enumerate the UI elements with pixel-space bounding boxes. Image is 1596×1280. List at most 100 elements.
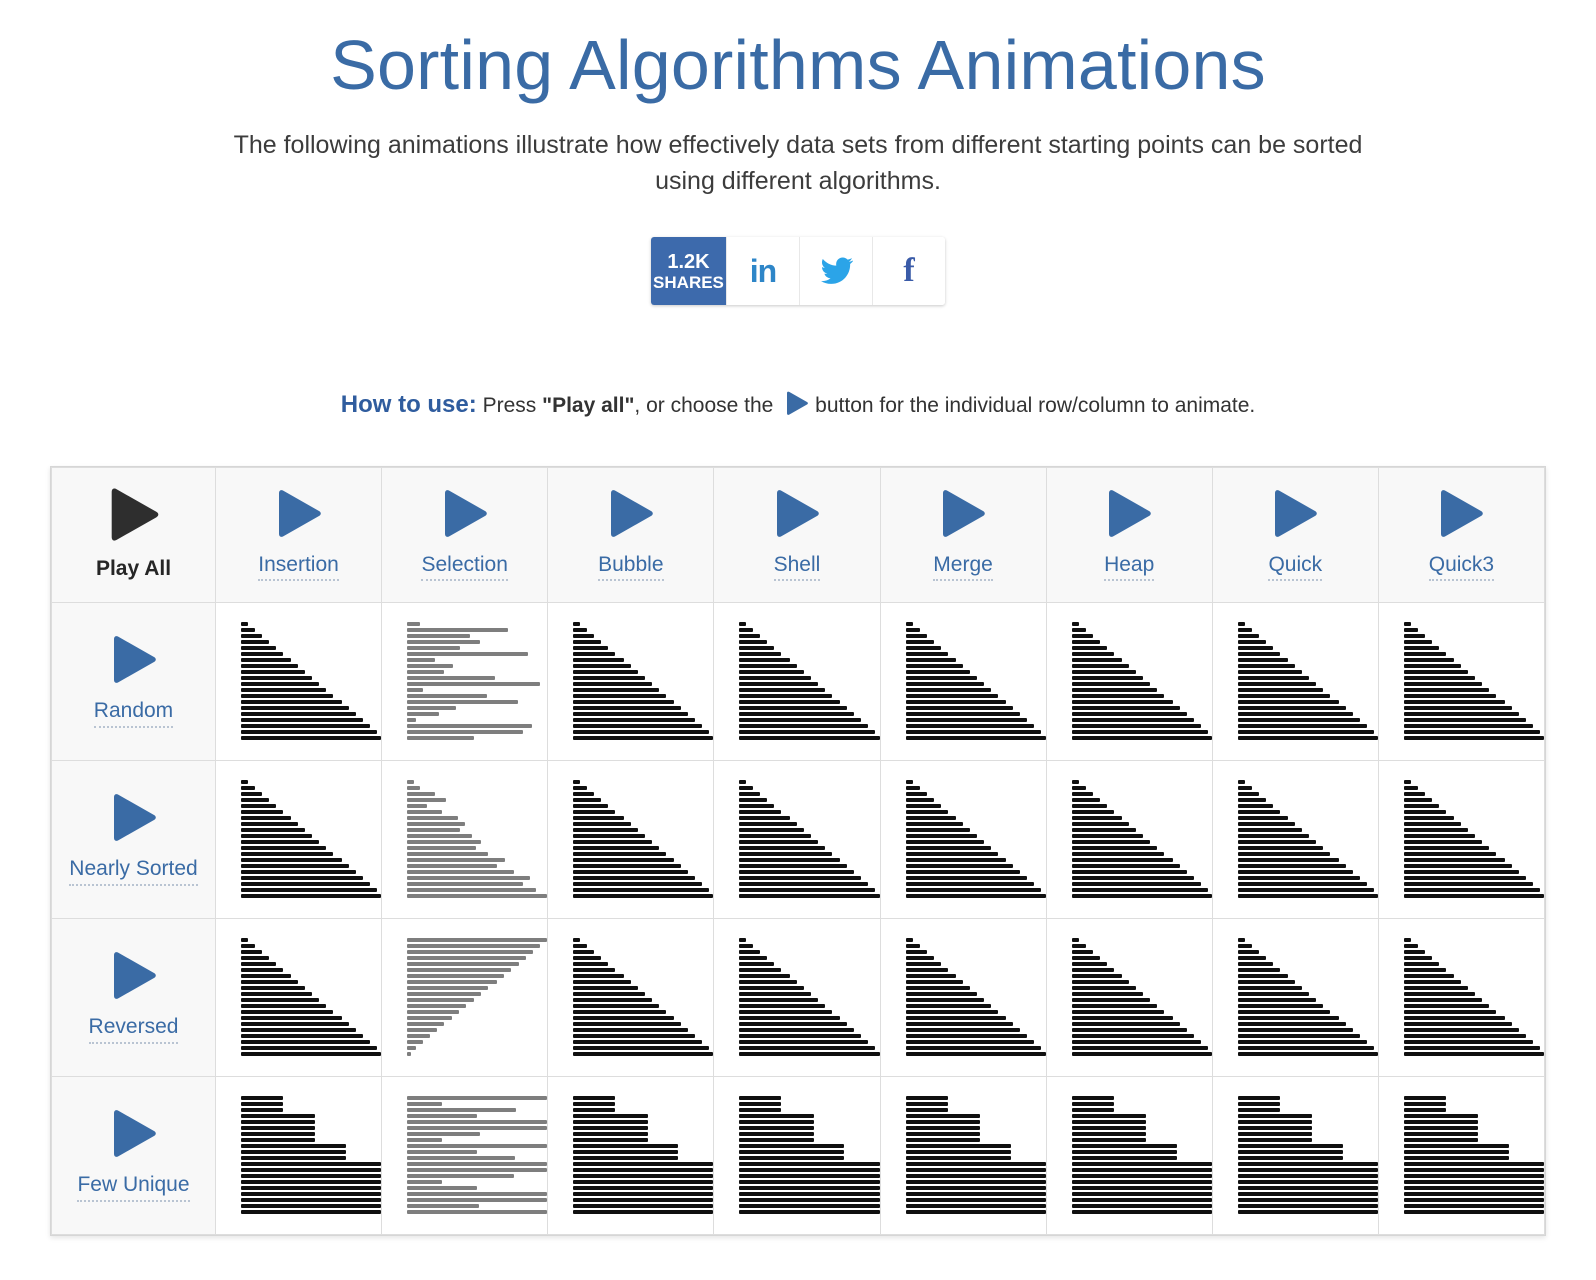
bar [241, 645, 277, 650]
bar [1237, 881, 1367, 886]
animation-cell-nearly-sorted-merge[interactable] [879, 760, 1047, 919]
animation-cell-nearly-sorted-heap[interactable] [1045, 760, 1213, 919]
column-header-selection[interactable]: Selection [381, 467, 549, 603]
linkedin-share-button[interactable]: in [725, 237, 799, 306]
play-all-button[interactable]: Play All [51, 467, 216, 603]
bar [1237, 845, 1324, 850]
animation-cell-few-unique-quick[interactable] [1211, 1076, 1379, 1235]
bar [739, 1197, 880, 1202]
row-header-reversed[interactable]: Reversed [51, 918, 216, 1077]
bar [407, 893, 548, 898]
animation-cell-nearly-sorted-quick3[interactable] [1377, 760, 1546, 919]
animation-cell-nearly-sorted-quick[interactable] [1211, 760, 1379, 919]
animation-cell-reversed-selection[interactable] [381, 918, 549, 1077]
animation-cell-nearly-sorted-bubble[interactable] [547, 760, 715, 919]
bar [1071, 669, 1137, 674]
table-row: Nearly Sorted [51, 760, 1546, 919]
bar [407, 827, 461, 832]
bar [1403, 821, 1462, 826]
column-header-insertion[interactable]: Insertion [214, 467, 383, 603]
bar [407, 1161, 548, 1166]
animation-cell-few-unique-shell[interactable] [713, 1076, 881, 1235]
row-header-few-unique[interactable]: Few Unique [51, 1076, 216, 1235]
bar [905, 663, 963, 668]
animation-cell-random-bubble[interactable] [547, 602, 715, 761]
animation-cell-random-heap[interactable] [1045, 602, 1213, 761]
animation-cell-random-merge[interactable] [879, 602, 1047, 761]
bar [1071, 1045, 1208, 1050]
bar [241, 821, 299, 826]
bar [573, 1161, 714, 1166]
animation-cell-reversed-bubble[interactable] [547, 918, 715, 1077]
bar-chart [548, 761, 714, 918]
bar [407, 943, 541, 948]
bar [905, 1149, 1011, 1154]
bar-chart [1047, 603, 1212, 760]
bar [1237, 779, 1245, 784]
animation-cell-random-selection[interactable] [381, 602, 549, 761]
bar [407, 627, 508, 632]
bar [407, 1185, 478, 1190]
bar [1237, 863, 1346, 868]
bar [1237, 791, 1259, 796]
bar [739, 943, 754, 948]
bar [573, 815, 624, 820]
animation-cell-few-unique-bubble[interactable] [547, 1076, 715, 1235]
animation-cell-random-quick3[interactable] [1377, 602, 1546, 761]
animation-cell-reversed-merge[interactable] [879, 918, 1047, 1077]
animation-cell-few-unique-merge[interactable] [879, 1076, 1047, 1235]
row-header-nearly-sorted[interactable]: Nearly Sorted [51, 760, 216, 919]
bar [241, 711, 356, 716]
bar [905, 1027, 1021, 1032]
bar [241, 1191, 382, 1196]
bar [1237, 827, 1303, 832]
column-header-heap[interactable]: Heap [1045, 467, 1213, 603]
animation-cell-nearly-sorted-insertion[interactable] [214, 760, 383, 919]
bar [739, 621, 747, 626]
column-header-merge[interactable]: Merge [879, 467, 1047, 603]
bar [1071, 827, 1137, 832]
animation-cell-reversed-quick3[interactable] [1377, 918, 1546, 1077]
bar [1071, 815, 1123, 820]
animation-cell-nearly-sorted-selection[interactable] [381, 760, 549, 919]
bar-chart [548, 919, 714, 1076]
bar [905, 723, 1035, 728]
play-icon [1269, 489, 1321, 537]
bar [407, 1167, 548, 1172]
bar [905, 1101, 948, 1106]
column-header-shell[interactable]: Shell [713, 467, 881, 603]
facebook-share-button[interactable]: f [872, 237, 946, 306]
animation-cell-few-unique-quick3[interactable] [1377, 1076, 1546, 1235]
column-header-quick[interactable]: Quick [1211, 467, 1379, 603]
animation-cell-reversed-heap[interactable] [1045, 918, 1213, 1077]
bar [407, 1149, 478, 1154]
bar [1237, 1119, 1313, 1124]
bar [573, 1179, 714, 1184]
twitter-share-button[interactable] [798, 237, 872, 306]
bar [905, 657, 956, 662]
bar [739, 699, 841, 704]
animation-cell-random-shell[interactable] [713, 602, 881, 761]
animation-cell-random-quick[interactable] [1211, 602, 1379, 761]
animation-cell-nearly-sorted-shell[interactable] [713, 760, 881, 919]
animation-cell-few-unique-insertion[interactable] [214, 1076, 383, 1235]
bar [573, 669, 638, 674]
bar [739, 839, 818, 844]
bar [1071, 797, 1100, 802]
bar [573, 955, 602, 960]
bar [241, 1209, 382, 1214]
animation-cell-random-insertion[interactable] [214, 602, 383, 761]
bar [1403, 1051, 1544, 1056]
animation-cell-reversed-insertion[interactable] [214, 918, 383, 1077]
bar [407, 785, 420, 790]
column-header-quick3[interactable]: Quick3 [1377, 467, 1546, 603]
animation-cell-few-unique-selection[interactable] [381, 1076, 549, 1235]
animation-cell-reversed-shell[interactable] [713, 918, 881, 1077]
animation-cell-few-unique-heap[interactable] [1045, 1076, 1213, 1235]
animation-cell-reversed-quick[interactable] [1211, 918, 1379, 1077]
row-header-random[interactable]: Random [51, 602, 216, 761]
bar [573, 1095, 616, 1100]
bar [1403, 833, 1476, 838]
column-header-bubble[interactable]: Bubble [547, 467, 715, 603]
bar [1071, 627, 1086, 632]
